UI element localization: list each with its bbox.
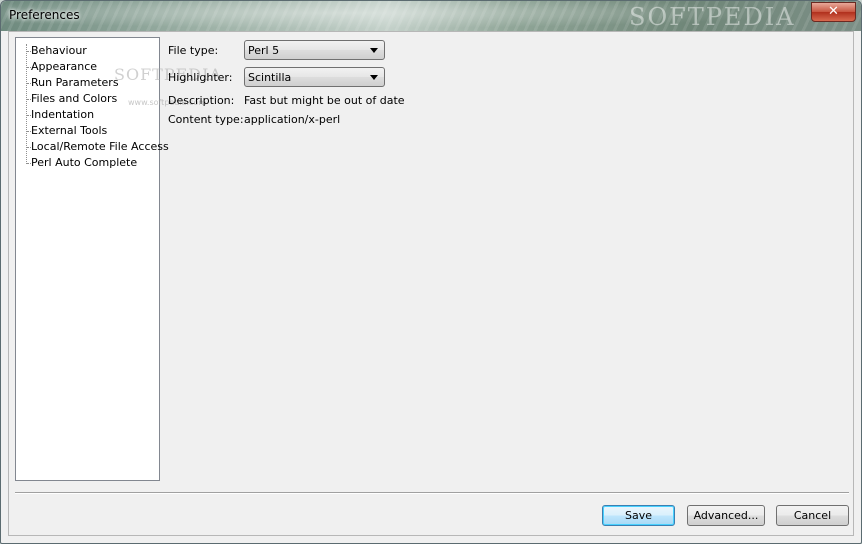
description-label: Description: <box>168 94 235 107</box>
window-title: Preferences <box>9 8 80 22</box>
content-type-value: application/x-perl <box>244 113 341 126</box>
cancel-button[interactable]: Cancel <box>776 505 849 526</box>
tree-item-label: Run Parameters <box>31 76 119 89</box>
tree-item-label: Perl Auto Complete <box>31 156 138 169</box>
file-type-label: File type: <box>168 44 219 57</box>
highlighter-value: Scintilla <box>248 71 292 84</box>
tree-item-label: Appearance <box>31 60 98 73</box>
tree-item-label: Local/Remote File Access <box>31 140 169 153</box>
highlighter-select[interactable]: Scintilla <box>244 67 385 87</box>
tree-item-label: External Tools <box>31 124 108 137</box>
chevron-down-icon <box>370 48 378 53</box>
advanced-button[interactable]: Advanced... <box>687 505 765 526</box>
dialog-body: Behaviour Appearance Run Parameters File… <box>8 31 854 536</box>
tree-connector-line <box>26 44 27 164</box>
title-bar[interactable]: SOFTPEDIA Preferences ✕ <box>1 1 861 31</box>
content-type-label: Content type: <box>168 113 244 126</box>
preferences-category-tree[interactable]: Behaviour Appearance Run Parameters File… <box>15 37 221 481</box>
highlighter-label: Highlighter: <box>168 71 233 84</box>
tree-item-label: Files and Colors <box>31 92 118 105</box>
preferences-window: SOFTPEDIA Preferences ✕ Behaviour Appear… <box>0 0 862 544</box>
footer-divider <box>15 492 849 494</box>
tree-item-label: Indentation <box>31 108 95 121</box>
chevron-down-icon <box>370 75 378 80</box>
description-value: Fast but might be out of date <box>244 94 405 107</box>
file-type-value: Perl 5 <box>248 44 280 57</box>
tree-item-label: Behaviour <box>31 44 87 57</box>
file-type-select[interactable]: Perl 5 <box>244 40 385 60</box>
save-button[interactable]: Save <box>602 505 675 526</box>
close-icon: ✕ <box>828 4 839 19</box>
close-button[interactable]: ✕ <box>811 2 856 22</box>
softpedia-watermark: SOFTPEDIA <box>629 3 796 31</box>
